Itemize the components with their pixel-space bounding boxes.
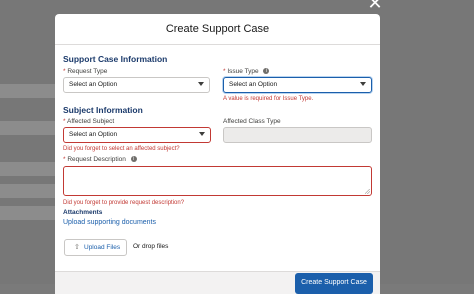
affected-subject-label-text: Affected Subject [66, 118, 115, 125]
background-bar [0, 84, 60, 98]
request-type-label-text: Request Type [67, 68, 108, 75]
affected-subject-select[interactable]: Select an Option [63, 127, 211, 143]
drop-files-text: Or drop files [133, 243, 169, 250]
required-indicator: * [63, 68, 66, 75]
request-description-error: Did you forget to provide request descri… [63, 200, 185, 206]
attachments-heading: Attachments [63, 209, 103, 216]
issue-type-select[interactable]: Select an Option [223, 77, 372, 93]
affected-subject-label: * Affected Subject [63, 118, 114, 125]
issue-type-label-text: Issue Type [227, 68, 259, 75]
background-bar [0, 206, 60, 220]
upload-supporting-documents-link[interactable]: Upload supporting documents [63, 219, 156, 226]
affected-subject-value: Select an Option [69, 131, 118, 138]
issue-type-value: Select an Option [229, 81, 278, 88]
request-type-select[interactable]: Select an Option [63, 77, 210, 93]
chevron-down-icon [198, 82, 204, 86]
request-type-label: * Request Type [63, 68, 107, 75]
resize-handle-icon[interactable] [365, 189, 370, 194]
affected-subject-error: Did you forget to select an affected sub… [63, 146, 180, 152]
request-type-value: Select an Option [69, 81, 118, 88]
info-icon[interactable]: i [263, 68, 270, 75]
request-description-textarea[interactable] [63, 166, 372, 196]
issue-type-error: A value is required for Issue Type. [223, 96, 314, 102]
chevron-down-icon [199, 132, 205, 136]
background-bar [0, 184, 60, 198]
request-description-label: * Request Description i [63, 156, 137, 163]
required-indicator: * [63, 156, 66, 163]
affected-class-type-field [223, 127, 372, 143]
chevron-down-icon [360, 82, 366, 86]
required-indicator: * [223, 68, 226, 75]
upload-files-button[interactable]: ⇧ Upload Files [64, 239, 127, 256]
background-bar [0, 121, 60, 135]
background-bar [0, 162, 60, 176]
upload-files-label: Upload Files [84, 244, 121, 251]
create-support-case-modal: Create Support Case Support Case Informa… [55, 14, 380, 294]
issue-type-label: * Issue Type i [223, 68, 270, 75]
section-support-case-information: Support Case Information [63, 54, 168, 64]
close-icon[interactable]: ✕ [366, 0, 384, 13]
info-icon[interactable]: i [130, 156, 137, 163]
affected-class-type-label: Affected Class Type [223, 118, 281, 125]
request-description-label-text: Request Description [67, 156, 126, 163]
section-subject-information: Subject Information [63, 105, 143, 115]
modal-title: Create Support Case [55, 14, 380, 45]
required-indicator: * [63, 118, 66, 125]
upload-icon: ⇧ [74, 243, 80, 252]
